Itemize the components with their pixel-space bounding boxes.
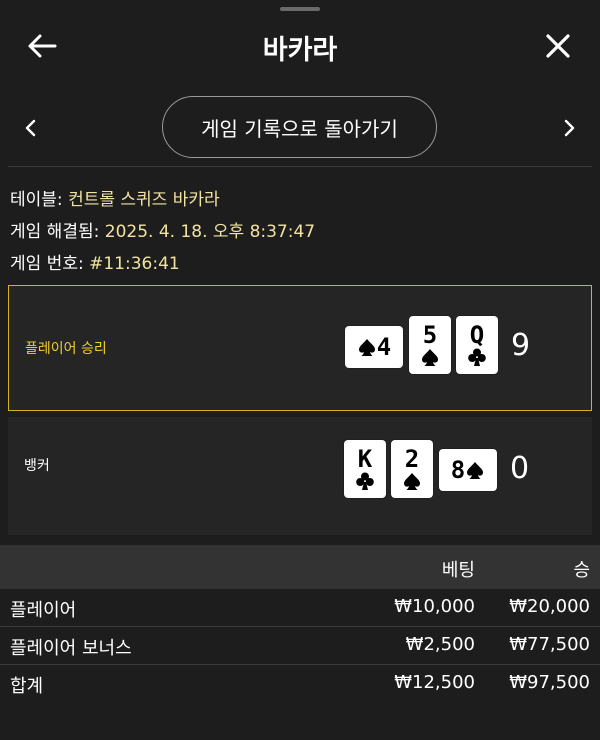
banker-card-3: 8 bbox=[439, 449, 497, 491]
banker-card-1: K bbox=[344, 440, 386, 498]
row-bet: ₩2,500 bbox=[405, 634, 475, 655]
club-icon bbox=[468, 348, 486, 366]
card-rank: 2 bbox=[404, 445, 420, 473]
win-column-header: 승 bbox=[573, 560, 590, 581]
row-win: ₩77,500 bbox=[509, 634, 590, 655]
table-label: 테이블: bbox=[10, 190, 63, 210]
banker-score: 0 bbox=[510, 451, 530, 486]
game-number-value: #11:36:41 bbox=[89, 254, 180, 274]
player-card-1: 4 bbox=[345, 326, 403, 368]
spade-icon bbox=[422, 349, 438, 366]
total-bet: ₩12,500 bbox=[394, 672, 475, 693]
row-bet: ₩10,000 bbox=[394, 596, 475, 617]
table-row: 플레이어 ₩10,000 ₩20,000 bbox=[0, 589, 600, 627]
close-icon bbox=[546, 34, 570, 58]
player-result-label: 플레이어 승리 bbox=[25, 341, 107, 357]
divider bbox=[8, 166, 592, 167]
total-win: ₩97,500 bbox=[509, 672, 590, 693]
resolved-value: 2025. 4. 18. 오후 8:37:47 bbox=[104, 222, 316, 242]
close-button[interactable] bbox=[540, 28, 576, 64]
bets-table: 베팅 승 플레이어 ₩10,000 ₩20,000 플레이어 보너스 ₩2,50… bbox=[0, 545, 600, 702]
game-number-info: 게임 번호: #11:36:41 bbox=[10, 249, 180, 274]
card-rank: 5 bbox=[422, 321, 438, 349]
player-score: 9 bbox=[511, 328, 531, 363]
table-value: 컨트롤 스퀴즈 바카라 bbox=[68, 190, 220, 210]
back-to-history-button[interactable]: 게임 기록으로 돌아가기 bbox=[162, 96, 437, 158]
player-card-2: 5 bbox=[409, 316, 451, 374]
bet-column-header: 베팅 bbox=[441, 560, 475, 581]
row-label: 플레이어 보너스 bbox=[10, 638, 132, 659]
banker-card-2: 2 bbox=[391, 440, 433, 498]
header: 바카라 bbox=[0, 18, 600, 72]
table-info: 테이블: 컨트롤 스퀴즈 바카라 bbox=[10, 185, 220, 210]
chevron-left-icon bbox=[25, 119, 36, 137]
card-rank: Q bbox=[469, 321, 485, 349]
club-icon bbox=[356, 472, 374, 490]
total-label: 합계 bbox=[10, 676, 44, 697]
prev-game-button[interactable] bbox=[18, 114, 42, 142]
next-game-button[interactable] bbox=[558, 114, 582, 142]
card-rank: K bbox=[357, 445, 373, 473]
spade-icon bbox=[358, 339, 375, 356]
row-label: 플레이어 bbox=[10, 600, 77, 621]
table-row: 플레이어 보너스 ₩2,500 ₩77,500 bbox=[0, 627, 600, 665]
banker-label: 뱅커 bbox=[24, 458, 50, 474]
page-title: 바카라 bbox=[262, 35, 338, 66]
spade-icon bbox=[467, 462, 484, 479]
table-header: 베팅 승 bbox=[0, 545, 600, 589]
game-number-label: 게임 번호: bbox=[10, 254, 84, 274]
card-rank: 4 bbox=[376, 333, 392, 361]
sheet-grabber[interactable] bbox=[280, 7, 320, 11]
card-rank: 8 bbox=[450, 456, 466, 484]
player-hand: 플레이어 승리 4 5 Q 9 bbox=[8, 285, 592, 411]
spade-icon bbox=[404, 473, 420, 490]
history-nav: 게임 기록으로 돌아가기 bbox=[0, 96, 600, 160]
banker-hand: 뱅커 K 2 8 0 bbox=[8, 417, 592, 535]
player-card-3: Q bbox=[456, 316, 498, 374]
resolved-info: 게임 해결됨: 2025. 4. 18. 오후 8:37:47 bbox=[10, 217, 315, 242]
chevron-right-icon bbox=[564, 119, 575, 137]
resolved-label: 게임 해결됨: bbox=[10, 222, 100, 242]
row-win: ₩20,000 bbox=[509, 596, 590, 617]
total-row: 합계 ₩12,500 ₩97,500 bbox=[0, 665, 600, 702]
